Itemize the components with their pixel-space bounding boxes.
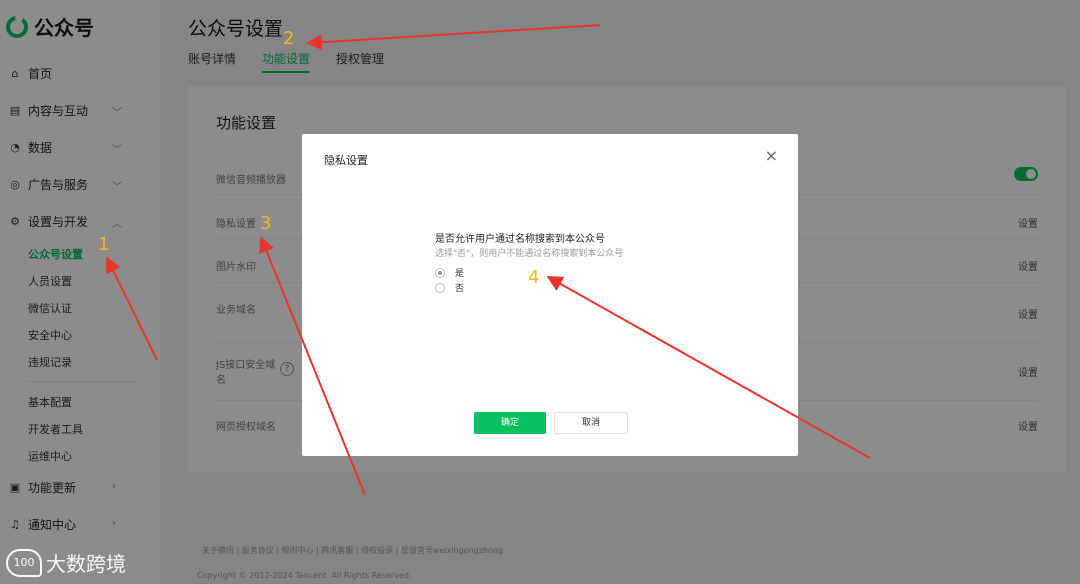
arrow-4 bbox=[546, 276, 871, 459]
arrow-2 bbox=[306, 24, 601, 51]
annotation-number-1: 1 bbox=[98, 234, 110, 255]
app-root: 公众号 ⌂ 首页 ▤ 内容与互动 ﹀ ◔ 数据 ﹀ ◎ 广告与服务 ﹀ ⚙ 设置… bbox=[0, 0, 1080, 584]
annotation-number-3: 3 bbox=[260, 213, 272, 234]
arrow-1 bbox=[106, 256, 158, 361]
annotation-arrows bbox=[106, 24, 871, 496]
annotation-number-4: 4 bbox=[528, 267, 540, 288]
annotation-number-2: 2 bbox=[283, 28, 295, 49]
watermark-text: 大数跨境 bbox=[46, 552, 126, 576]
arrow-3 bbox=[259, 236, 366, 496]
watermark: 100 大数跨境 bbox=[6, 548, 126, 577]
watermark-logo: 100 bbox=[6, 548, 42, 577]
